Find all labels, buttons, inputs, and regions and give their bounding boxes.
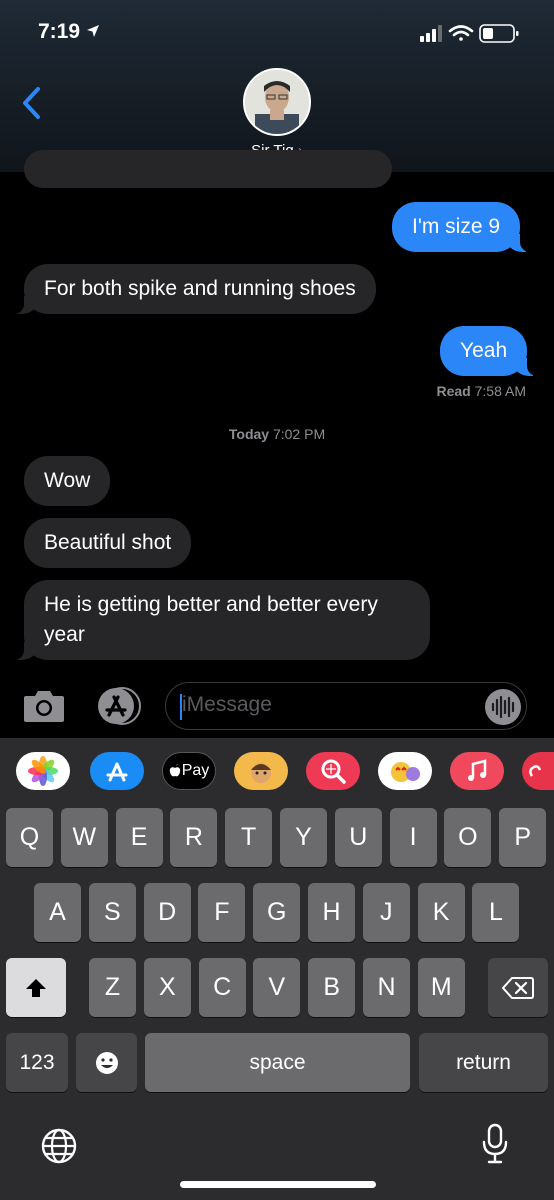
key-m[interactable]: M xyxy=(417,958,465,1017)
key-f[interactable]: F xyxy=(198,883,246,942)
key-q[interactable]: Q xyxy=(6,808,53,867)
message-bubble-received[interactable]: Wow xyxy=(24,456,111,506)
music-icon[interactable] xyxy=(450,752,504,790)
delete-key[interactable] xyxy=(488,958,548,1017)
key-t[interactable]: T xyxy=(225,808,273,867)
camera-icon[interactable] xyxy=(22,688,66,724)
message-bubble-sent[interactable]: Yeah xyxy=(440,326,540,376)
key-d[interactable]: D xyxy=(143,883,191,942)
key-b[interactable]: B xyxy=(308,958,356,1017)
key-e[interactable]: E xyxy=(115,808,163,867)
key-o[interactable]: O xyxy=(444,808,492,867)
photos-icon[interactable] xyxy=(16,752,70,790)
key-g[interactable]: G xyxy=(253,883,301,942)
location-arrow-icon xyxy=(87,25,99,37)
key-c[interactable]: C xyxy=(198,958,246,1017)
wifi-icon xyxy=(448,25,474,41)
app-store-icon[interactable] xyxy=(90,752,144,790)
globe-icon[interactable] xyxy=(40,1127,78,1165)
contact-avatar[interactable] xyxy=(243,68,311,136)
return-key[interactable]: return xyxy=(419,1033,548,1092)
digital-touch-icon[interactable] xyxy=(522,752,554,790)
key-i[interactable]: I xyxy=(389,808,437,867)
battery-icon xyxy=(479,24,519,43)
key-u[interactable]: U xyxy=(334,808,382,867)
shift-key[interactable] xyxy=(6,958,66,1017)
message-bubble-received[interactable]: For both spike and running shoes xyxy=(12,264,376,314)
audio-message-icon[interactable] xyxy=(484,688,522,726)
memoji-icon[interactable] xyxy=(234,752,288,790)
read-receipt: Read 7:58 AM xyxy=(436,383,527,399)
message-bubble-received[interactable]: Beautiful shot xyxy=(24,518,192,568)
back-chevron-icon[interactable] xyxy=(20,86,44,120)
status-time: 7:19 xyxy=(38,20,81,43)
space-key[interactable]: space xyxy=(145,1033,410,1092)
key-j[interactable]: J xyxy=(362,883,410,942)
key-a[interactable]: A xyxy=(34,883,81,942)
key-k[interactable]: K xyxy=(417,883,465,942)
app-store-icon[interactable] xyxy=(94,686,142,726)
key-h[interactable]: H xyxy=(308,883,355,942)
key-s[interactable]: S xyxy=(88,883,136,942)
emoji-key[interactable] xyxy=(76,1033,137,1092)
message-bubble-partial xyxy=(24,150,392,188)
dictation-mic-icon[interactable] xyxy=(480,1123,510,1165)
key-w[interactable]: W xyxy=(60,808,108,867)
emoji-icon xyxy=(95,1051,118,1074)
key-p[interactable]: P xyxy=(499,808,547,867)
key-v[interactable]: V xyxy=(253,958,301,1017)
delete-icon xyxy=(502,976,534,999)
contact-photo xyxy=(245,70,309,134)
home-indicator[interactable] xyxy=(180,1181,376,1188)
numbers-key[interactable]: 123 xyxy=(6,1033,68,1092)
message-bubble-sent[interactable]: I'm size 9 xyxy=(392,202,533,252)
apple-pay-icon[interactable]: Pay xyxy=(162,752,216,790)
key-r[interactable]: R xyxy=(170,808,218,867)
key-n[interactable]: N xyxy=(363,958,410,1017)
imessage-placeholder: iMessage xyxy=(182,693,272,716)
key-z[interactable]: Z xyxy=(89,958,136,1017)
key-l[interactable]: L xyxy=(472,883,520,942)
message-bubble-received[interactable]: He is getting better and better every ye… xyxy=(12,580,430,660)
shift-icon xyxy=(26,978,46,997)
key-x[interactable]: X xyxy=(143,958,191,1017)
key-y[interactable]: Y xyxy=(280,808,327,867)
status-indicators xyxy=(420,22,532,49)
conversation-timestamp: Today 7:02 PM xyxy=(228,426,326,442)
cellular-signal-icon xyxy=(420,25,442,42)
search-images-icon[interactable] xyxy=(306,752,360,790)
animoji-stickers-icon[interactable] xyxy=(378,752,432,790)
